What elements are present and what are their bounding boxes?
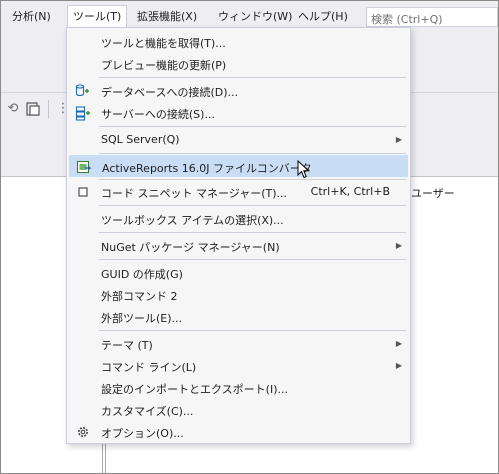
menu-item-options[interactable]: オプション(O)... — [69, 421, 408, 443]
gear-icon — [75, 424, 91, 440]
menu-extensions[interactable]: 拡張機能(X) — [132, 6, 202, 28]
menu-item-command-line[interactable]: コマンド ライン(L) ▶ — [69, 355, 408, 377]
snippet-checkbox-icon — [75, 184, 91, 200]
menu-item-theme[interactable]: テーマ (T) ▶ — [69, 333, 408, 355]
menu-separator — [99, 153, 406, 154]
server-connect-icon — [75, 105, 91, 121]
menu-item-toolbox-items[interactable]: ツールボックス アイテムの選択(X)... — [69, 208, 408, 230]
activereports-converter-icon — [76, 159, 92, 175]
menu-item-label: SQL Server(Q) — [101, 133, 180, 146]
submenu-arrow-icon: ▶ — [395, 241, 402, 250]
menu-item-label: サーバーへの接続(S)... — [101, 108, 215, 121]
menu-tools[interactable]: ツール(T) — [67, 5, 128, 29]
menu-analyze[interactable]: 分析(N) — [7, 6, 56, 28]
menu-item-external-tools[interactable]: 外部ツール(E)... — [69, 306, 408, 328]
menu-separator — [99, 330, 406, 331]
menu-item-nuget[interactable]: NuGet パッケージ マネージャー(N) ▶ — [69, 235, 408, 257]
menu-item-external-command-2[interactable]: 外部コマンド 2 — [69, 284, 408, 306]
submenu-arrow-icon: ▶ — [395, 339, 402, 348]
search-input[interactable]: 検索 (Ctrl+Q) — [366, 7, 498, 27]
database-connect-icon — [75, 83, 91, 99]
menu-item-label: 設定のインポートとエクスポート(I)... — [101, 383, 288, 396]
menu-item-shortcut: Ctrl+K, Ctrl+B — [310, 185, 390, 198]
menu-separator — [99, 77, 406, 78]
menu-separator — [99, 179, 406, 180]
menu-item-label: ActiveReports 16.0J ファイルコンバータ — [102, 162, 312, 175]
menu-item-label: コマンド ライン(L) — [101, 361, 197, 374]
menu-item-preview-update[interactable]: プレビュー機能の更新(P) — [69, 53, 408, 75]
menu-help[interactable]: ヘルプ(H) — [293, 6, 353, 28]
submenu-arrow-icon: ▶ — [395, 361, 402, 370]
menu-window[interactable]: ウィンドウ(W) — [213, 6, 297, 28]
menu-item-label: テーマ (T) — [101, 339, 153, 352]
menu-item-label: データベースへの接続(D)... — [101, 86, 238, 99]
menu-item-label: GUID の作成(G) — [101, 268, 183, 281]
menu-item-label: 外部コマンド 2 — [101, 290, 178, 303]
menu-item-label: プレビュー機能の更新(P) — [101, 59, 227, 72]
menu-item-sql-server[interactable]: SQL Server(Q) ▶ — [69, 129, 408, 151]
menu-item-activereports-converter[interactable]: ActiveReports 16.0J ファイルコンバータ — [69, 155, 408, 177]
menu-item-get-tools[interactable]: ツールと機能を取得(T)... — [69, 31, 408, 53]
menu-item-label: オプション(O)... — [101, 427, 184, 440]
menu-item-label: コード スニペット マネージャー(T)... — [101, 187, 288, 200]
menu-item-import-export-settings[interactable]: 設定のインポートとエクスポート(I)... — [69, 377, 408, 399]
solution-explorer-icon[interactable] — [25, 101, 41, 117]
column-header-user: ユーザー — [411, 187, 455, 200]
menu-item-label: ツールと機能を取得(T)... — [101, 37, 226, 50]
toolbar-separator — [48, 100, 49, 118]
menu-item-connect-server[interactable]: サーバーへの接続(S)... — [69, 102, 408, 124]
undo-icon[interactable]: ⟲ — [5, 101, 21, 117]
menu-separator — [99, 205, 406, 206]
menu-separator — [99, 232, 406, 233]
menu-separator — [99, 259, 406, 260]
menu-item-connect-database[interactable]: データベースへの接続(D)... — [69, 80, 408, 102]
menu-item-label: カスタマイズ(C)... — [101, 405, 194, 418]
menu-item-label: ツールボックス アイテムの選択(X)... — [101, 214, 284, 227]
menu-item-create-guid[interactable]: GUID の作成(G) — [69, 262, 408, 284]
search-placeholder: 検索 (Ctrl+Q) — [371, 13, 443, 26]
menu-item-label: 外部ツール(E)... — [101, 312, 183, 325]
menu-item-label: NuGet パッケージ マネージャー(N) — [101, 241, 280, 254]
submenu-arrow-icon: ▶ — [395, 135, 402, 144]
menu-separator — [99, 126, 406, 127]
tools-dropdown-menu: ツールと機能を取得(T)... プレビュー機能の更新(P) データベースへの接続… — [66, 27, 411, 444]
menu-item-customize[interactable]: カスタマイズ(C)... — [69, 399, 408, 421]
menu-item-code-snippets[interactable]: コード スニペット マネージャー(T)... Ctrl+K, Ctrl+B — [69, 181, 408, 203]
mouse-cursor-icon — [297, 159, 311, 183]
